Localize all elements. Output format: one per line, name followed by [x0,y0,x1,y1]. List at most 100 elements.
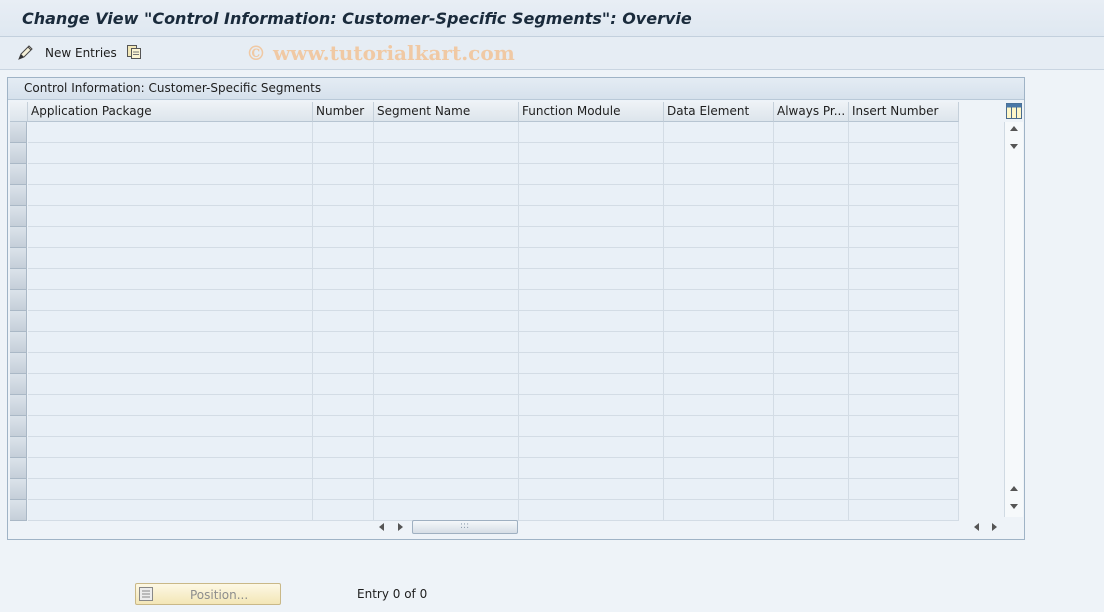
table-cell[interactable] [28,143,313,164]
table-cell[interactable] [313,311,374,332]
table-cell[interactable] [664,311,774,332]
table-cell[interactable] [519,185,664,206]
table-cell[interactable] [374,353,519,374]
table-cell[interactable] [374,164,519,185]
table-cell[interactable] [374,143,519,164]
table-cell[interactable] [519,122,664,143]
table-cell[interactable] [28,290,313,311]
horizontal-scroll-thumb[interactable]: ::: [412,520,518,534]
table-cell[interactable] [849,143,959,164]
row-selector[interactable] [10,227,27,248]
column-header-number[interactable]: Number [313,102,374,122]
table-cell[interactable] [313,227,374,248]
table-cell[interactable] [664,479,774,500]
table-cell[interactable] [774,458,849,479]
table-cell[interactable] [313,248,374,269]
table-cell[interactable] [849,374,959,395]
table-cell[interactable] [374,185,519,206]
copy-as-button[interactable] [126,44,142,60]
table-cell[interactable] [664,395,774,416]
table-cell[interactable] [774,500,849,521]
select-all-button[interactable] [10,102,28,122]
table-cell[interactable] [774,206,849,227]
table-cell[interactable] [664,206,774,227]
table-cell[interactable] [374,416,519,437]
row-selector[interactable] [10,353,27,374]
table-cell[interactable] [774,227,849,248]
table-cell[interactable] [313,437,374,458]
table-cell[interactable] [664,269,774,290]
row-selector[interactable] [10,248,27,269]
column-header-segment-name[interactable]: Segment Name [374,102,519,122]
table-cell[interactable] [774,248,849,269]
table-cell[interactable] [774,290,849,311]
table-cell[interactable] [374,458,519,479]
column-header-function-module[interactable]: Function Module [519,102,664,122]
table-cell[interactable] [774,143,849,164]
table-cell[interactable] [849,353,959,374]
vertical-scrollbar[interactable] [1004,122,1023,517]
table-cell[interactable] [774,269,849,290]
row-selector[interactable] [10,164,27,185]
table-cell[interactable] [313,290,374,311]
table-cell[interactable] [313,185,374,206]
table-cell[interactable] [849,311,959,332]
table-cell[interactable] [519,374,664,395]
table-cell[interactable] [519,395,664,416]
table-cell[interactable] [28,332,313,353]
table-cell[interactable] [519,479,664,500]
row-selector[interactable] [10,500,27,521]
table-cell[interactable] [664,500,774,521]
table-cell[interactable] [313,374,374,395]
table-cell[interactable] [374,395,519,416]
row-selector[interactable] [10,458,27,479]
row-selector[interactable] [10,479,27,500]
table-cell[interactable] [519,332,664,353]
scroll-right-arrow-icon[interactable] [398,523,403,531]
table-cell[interactable] [664,164,774,185]
table-cell[interactable] [664,290,774,311]
table-cell[interactable] [849,227,959,248]
table-cell[interactable] [313,122,374,143]
table-cell[interactable] [374,374,519,395]
table-cell[interactable] [664,353,774,374]
table-cell[interactable] [849,122,959,143]
table-cell[interactable] [28,269,313,290]
table-cell[interactable] [28,248,313,269]
table-cell[interactable] [519,143,664,164]
table-cell[interactable] [519,500,664,521]
scroll-up-arrow-icon[interactable] [1010,126,1018,131]
table-cell[interactable] [849,290,959,311]
table-cell[interactable] [849,185,959,206]
table-cell[interactable] [28,311,313,332]
table-cell[interactable] [519,206,664,227]
table-cell[interactable] [774,353,849,374]
table-cell[interactable] [374,311,519,332]
table-cell[interactable] [313,500,374,521]
table-cell[interactable] [313,479,374,500]
table-cell[interactable] [313,416,374,437]
scroll-page-up-arrow-icon[interactable] [1010,486,1018,491]
row-selector[interactable] [10,437,27,458]
table-cell[interactable] [849,416,959,437]
row-selector[interactable] [10,206,27,227]
column-header-insert-number[interactable]: Insert Number [849,102,959,122]
table-cell[interactable] [774,374,849,395]
column-header-data-element[interactable]: Data Element [664,102,774,122]
table-cell[interactable] [28,395,313,416]
row-selector[interactable] [10,143,27,164]
table-cell[interactable] [519,353,664,374]
table-cell[interactable] [664,185,774,206]
table-cell[interactable] [28,416,313,437]
table-cell[interactable] [519,290,664,311]
position-button[interactable]: Position... [135,583,281,605]
table-cell[interactable] [313,143,374,164]
table-cell[interactable] [849,248,959,269]
table-cell[interactable] [313,458,374,479]
table-cell[interactable] [28,227,313,248]
table-settings-icon[interactable] [1006,103,1022,119]
table-cell[interactable] [664,248,774,269]
table-cell[interactable] [849,458,959,479]
table-cell[interactable] [849,395,959,416]
table-cell[interactable] [374,227,519,248]
